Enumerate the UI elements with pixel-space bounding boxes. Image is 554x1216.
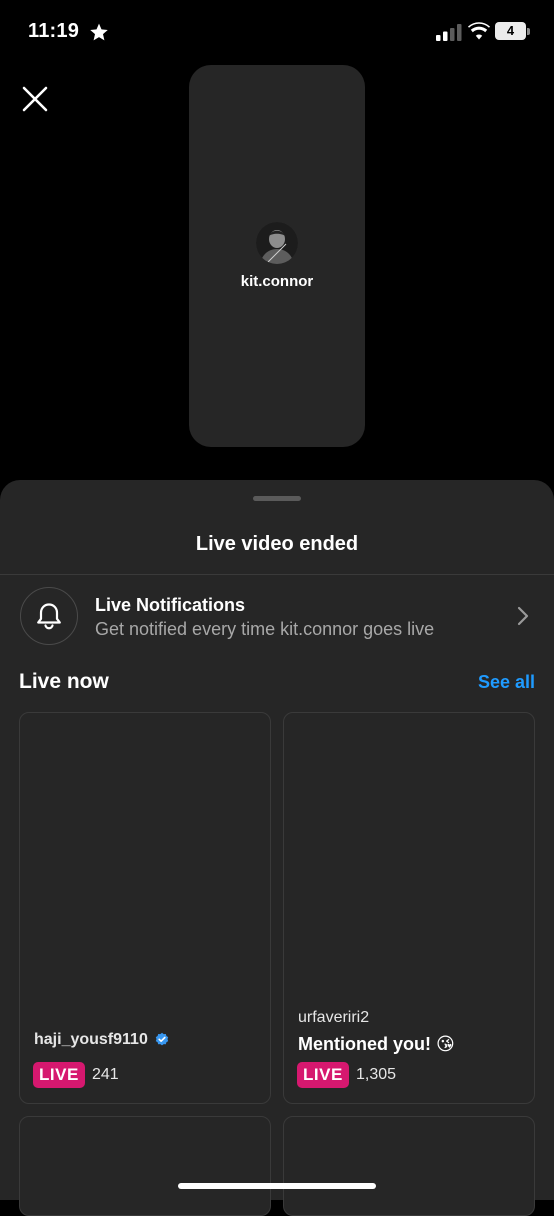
live-badge: LIVE — [33, 1062, 85, 1088]
home-indicator[interactable] — [178, 1183, 376, 1189]
battery-nub — [527, 28, 530, 35]
bottom-sheet: Live video ended Live Notifications Get … — [0, 480, 554, 1216]
section-title: Live now — [19, 670, 109, 693]
viewer-count: 241 — [92, 1066, 119, 1083]
notification-title: Live Notifications — [95, 595, 246, 615]
status-bar: 11:19 4 — [0, 0, 554, 64]
live-preview: kit.connor — [189, 65, 365, 447]
bell-button — [20, 587, 78, 645]
chevron-right-icon — [517, 606, 529, 626]
sheet-title: Live video ended — [195, 533, 359, 555]
live-card[interactable] — [283, 1116, 535, 1216]
live-card[interactable]: haji_yousf9110 LIVE 241 — [19, 712, 271, 1104]
viewer-count: 1,305 — [356, 1066, 397, 1083]
live-notifications-row[interactable]: Live Notifications Get notified every ti… — [0, 575, 554, 657]
verified-icon — [155, 1032, 169, 1046]
card-username: urfaveriri2 — [298, 1009, 370, 1026]
wifi-icon — [468, 22, 490, 40]
bell-icon — [37, 603, 61, 630]
notification-subtitle: Get notified every time kit.connor goes … — [95, 619, 435, 639]
preview-username: kit.connor — [240, 273, 314, 290]
card-username-text: haji_yousf9110 — [34, 1031, 148, 1048]
live-badge: LIVE — [297, 1062, 349, 1088]
battery-icon: 4 — [495, 22, 532, 42]
battery-level: 4 — [495, 22, 526, 40]
live-card[interactable] — [19, 1116, 271, 1216]
card-username: haji_yousf9110 — [34, 1031, 170, 1049]
avatar-photo-icon — [256, 222, 298, 264]
close-icon[interactable] — [18, 82, 52, 116]
star-icon — [90, 23, 108, 41]
live-card[interactable]: urfaveriri2 Mentioned you! 😘 LIVE 1,305 — [283, 712, 535, 1104]
status-time: 11:19 — [28, 20, 80, 42]
card-message: Mentioned you! 😘 — [298, 1034, 455, 1054]
avatar — [256, 222, 298, 264]
see-all-link[interactable]: See all — [478, 672, 535, 693]
sheet-grabber[interactable] — [253, 496, 301, 501]
signal-icon — [436, 24, 462, 41]
